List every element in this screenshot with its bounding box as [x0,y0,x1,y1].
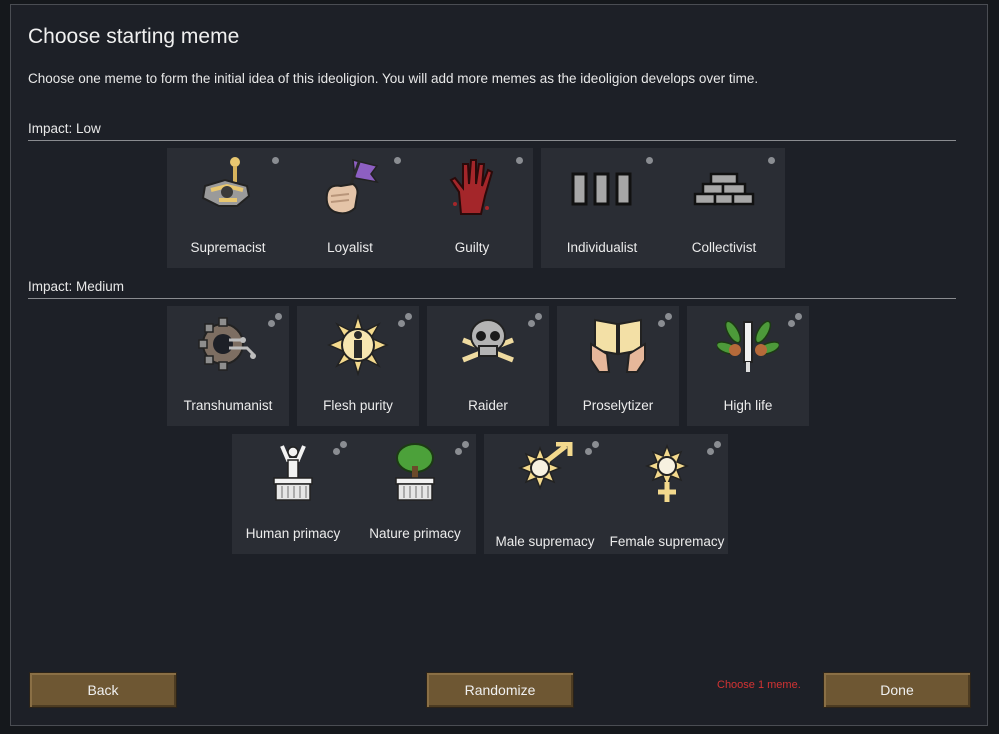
meme-high-life[interactable]: High life [687,306,809,426]
status-dot [768,157,775,164]
meme-label: Male supremacy [495,534,595,549]
meme-flesh-purity[interactable]: Flesh purity [297,306,419,426]
status-dot [665,313,672,320]
transhumanist-icon [197,314,259,376]
meme-label: Transhumanist [183,398,273,413]
done-button[interactable]: Done [823,672,971,708]
meme-raider[interactable]: Raider [427,306,549,426]
female-supremacy-icon [636,442,698,504]
flesh-purity-icon [327,313,389,377]
loyalist-icon [319,156,381,218]
status-dot [455,448,462,455]
meme-male-supremacy[interactable]: Male supremacy [484,434,606,554]
meme-label: Flesh purity [323,398,393,413]
meme-individualist[interactable]: Individualist [541,148,663,268]
status-dot [398,320,405,327]
collectivist-icon [693,156,755,218]
meme-label: Guilty [454,240,490,255]
randomize-button[interactable]: Randomize [426,672,574,708]
male-supremacy-icon [514,441,576,504]
meme-label: Loyalist [327,240,373,255]
divider-medium [28,298,956,299]
meme-collectivist[interactable]: Collectivist [663,148,785,268]
supremacist-icon [197,156,259,218]
meme-label: Female supremacy [609,534,725,549]
meme-group-medium-2b: Male supremacy Female supremacy [484,434,728,554]
warning-message: Choose 1 meme. [717,679,801,691]
status-dot [788,320,795,327]
section-label-medium: Impact: Medium [28,279,125,294]
meme-label: Collectivist [691,240,757,255]
dialog-description: Choose one meme to form the initial idea… [28,71,759,86]
status-dot [394,157,401,164]
status-dot [592,441,599,448]
meme-human-primacy[interactable]: Human primacy [232,434,354,554]
status-dot [333,448,340,455]
status-dot [585,448,592,455]
section-label-low: Impact: Low [28,121,101,136]
guilty-icon [441,156,503,218]
meme-group-low-a: Supremacist Loyalist Guilty [167,148,533,268]
individualist-icon [571,156,633,218]
high-life-icon [715,314,781,376]
dialog-title: Choose starting meme [28,25,240,48]
status-dot [646,157,653,164]
meme-nature-primacy[interactable]: Nature primacy [354,434,476,554]
meme-female-supremacy[interactable]: Female supremacy [606,434,728,554]
status-dot [405,313,412,320]
meme-label: High life [723,398,773,413]
status-dot [707,448,714,455]
status-dot [516,157,523,164]
meme-label: Individualist [566,240,638,255]
status-dot [272,157,279,164]
meme-guilty[interactable]: Guilty [411,148,533,268]
dialog-window: Choose starting meme Choose one meme to … [10,4,988,726]
proselytizer-icon [587,314,649,376]
status-dot [714,441,721,448]
status-dot [268,320,275,327]
human-primacy-icon [262,442,324,504]
status-dot [462,441,469,448]
raider-icon [457,314,519,376]
status-dot [275,313,282,320]
status-dot [528,320,535,327]
status-dot [535,313,542,320]
meme-label: Nature primacy [369,526,461,541]
meme-label: Raider [468,398,508,413]
divider-low [28,140,956,141]
meme-supremacist[interactable]: Supremacist [167,148,289,268]
meme-label: Human primacy [245,526,341,541]
status-dot [340,441,347,448]
meme-loyalist[interactable]: Loyalist [289,148,411,268]
meme-transhumanist[interactable]: Transhumanist [167,306,289,426]
back-button[interactable]: Back [29,672,177,708]
nature-primacy-icon [384,442,446,504]
meme-label: Supremacist [190,240,266,255]
meme-group-medium-2a: Human primacy Nature primacy [232,434,476,554]
status-dot [795,313,802,320]
status-dot [658,320,665,327]
meme-row-medium-1: Transhumanist Flesh purity Raider Prosel… [167,306,809,426]
meme-proselytizer[interactable]: Proselytizer [557,306,679,426]
meme-label: Proselytizer [582,398,654,413]
meme-group-low-b: Individualist Collectivist [541,148,785,268]
